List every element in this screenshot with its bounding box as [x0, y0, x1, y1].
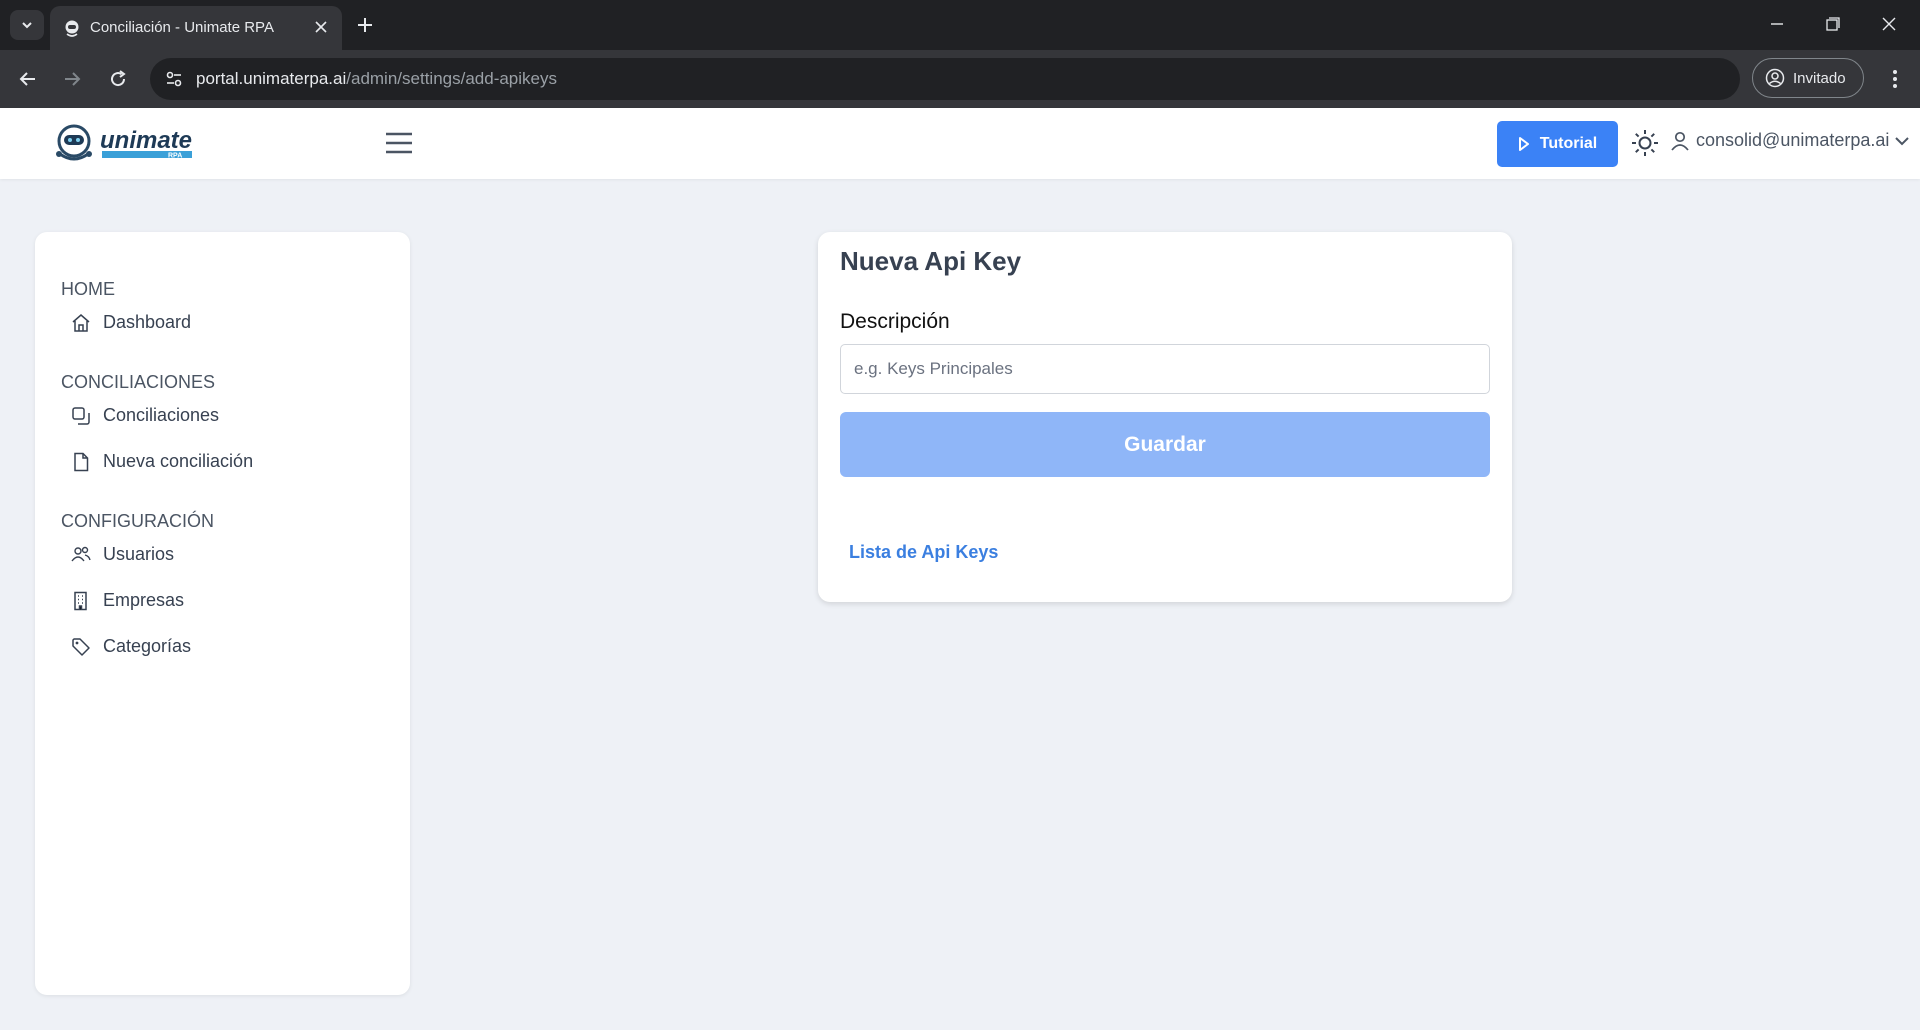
sidebar-item-usuarios[interactable]: Usuarios: [71, 544, 174, 565]
building-icon: [71, 591, 91, 611]
restore-icon: [1826, 17, 1840, 31]
sidebar-item-label: Dashboard: [103, 312, 192, 332]
arrow-right-icon: [65, 72, 81, 86]
sidebar-section-conciliaciones: CONCILIACIONES: [61, 372, 216, 392]
api-keys-list-link[interactable]: Lista de Api Keys: [849, 542, 998, 563]
tab-search-button[interactable]: [10, 10, 44, 40]
profile-icon: [1765, 68, 1785, 88]
profile-label: Invitado: [1793, 69, 1846, 87]
forward-button[interactable]: [56, 63, 88, 95]
file-icon: [71, 452, 91, 472]
sidebar: HOME Dashboard CONCILIACIONES Conciliaci…: [35, 232, 410, 995]
back-button[interactable]: [12, 63, 44, 95]
url-text: portal.unimaterpa.ai/admin/settings/add-…: [196, 69, 557, 88]
app-header: unimate RPA Tutorial consolid@unimaterpa…: [0, 108, 1920, 179]
unimate-logo[interactable]: unimate RPA: [50, 120, 195, 166]
close-window-button[interactable]: [1866, 6, 1912, 42]
description-label: Descripción: [840, 310, 950, 333]
browser-tab-bar: Conciliación - Unimate RPA: [0, 0, 1920, 50]
minimize-icon: [1771, 23, 1783, 25]
reload-icon: [111, 70, 126, 87]
close-icon: [315, 21, 327, 33]
home-icon: [71, 313, 91, 333]
sun-icon: [1632, 130, 1658, 156]
sidebar-item-label: Categorías: [103, 636, 192, 656]
user-menu[interactable]: consolid@unimaterpa.ai: [1670, 130, 1910, 151]
plus-icon: [358, 18, 372, 32]
browser-tab[interactable]: Conciliación - Unimate RPA: [50, 6, 342, 50]
play-icon: [1518, 137, 1529, 151]
svg-text:RPA: RPA: [168, 153, 182, 160]
profile-button[interactable]: Invitado: [1752, 58, 1864, 98]
sidebar-toggle-button[interactable]: [382, 128, 416, 158]
sidebar-section-configuracion: CONFIGURACIÓN: [61, 511, 214, 531]
close-icon: [1882, 17, 1896, 31]
theme-toggle-button[interactable]: [1630, 128, 1660, 158]
minimize-button[interactable]: [1754, 6, 1800, 42]
sidebar-item-conciliaciones[interactable]: Conciliaciones: [71, 405, 219, 426]
sidebar-item-categorias[interactable]: Categorías: [71, 636, 191, 657]
tab-close-button[interactable]: [310, 16, 332, 38]
sidebar-item-label: Empresas: [103, 590, 185, 610]
more-vertical-icon: [1893, 70, 1897, 88]
users-icon: [71, 545, 91, 565]
user-icon: [1671, 131, 1689, 151]
new-api-key-card: Nueva Api Key Descripción Guardar Lista …: [818, 232, 1512, 602]
sidebar-section-home: HOME: [61, 279, 115, 299]
copy-icon: [71, 406, 91, 426]
sidebar-item-label: Nueva conciliación: [103, 451, 254, 471]
tutorial-button[interactable]: Tutorial: [1497, 121, 1618, 167]
chevron-down-icon: [1895, 136, 1910, 145]
sidebar-item-dashboard[interactable]: Dashboard: [71, 312, 191, 333]
description-input[interactable]: [840, 344, 1490, 394]
svg-text:unimate: unimate: [100, 127, 192, 154]
page-title: Nueva Api Key: [840, 246, 1022, 276]
reload-button[interactable]: [102, 63, 134, 95]
tutorial-label: Tutorial: [1539, 135, 1598, 152]
sidebar-item-nueva-conciliacion[interactable]: Nueva conciliación: [71, 451, 253, 472]
restore-button[interactable]: [1810, 6, 1856, 42]
sidebar-item-label: Conciliaciones: [103, 405, 220, 425]
chevron-down-icon: [22, 22, 32, 29]
sidebar-item-label: Usuarios: [103, 544, 175, 564]
user-email: consolid@unimaterpa.ai: [1696, 130, 1890, 150]
menu-icon: [386, 132, 412, 154]
tag-icon: [71, 637, 91, 657]
browser-menu-button[interactable]: [1880, 63, 1910, 95]
tab-title: Conciliación - Unimate RPA: [90, 19, 274, 36]
site-info-button[interactable]: [162, 67, 186, 91]
browser-toolbar: portal.unimaterpa.ai/admin/settings/add-…: [0, 50, 1920, 108]
robot-favicon-icon: [65, 20, 79, 37]
arrow-left-icon: [19, 72, 35, 86]
save-button[interactable]: Guardar: [840, 412, 1490, 477]
sidebar-item-empresas[interactable]: Empresas: [71, 590, 184, 611]
address-bar[interactable]: portal.unimaterpa.ai/admin/settings/add-…: [150, 58, 1740, 100]
new-tab-button[interactable]: [352, 12, 378, 38]
tune-icon: [166, 71, 182, 87]
